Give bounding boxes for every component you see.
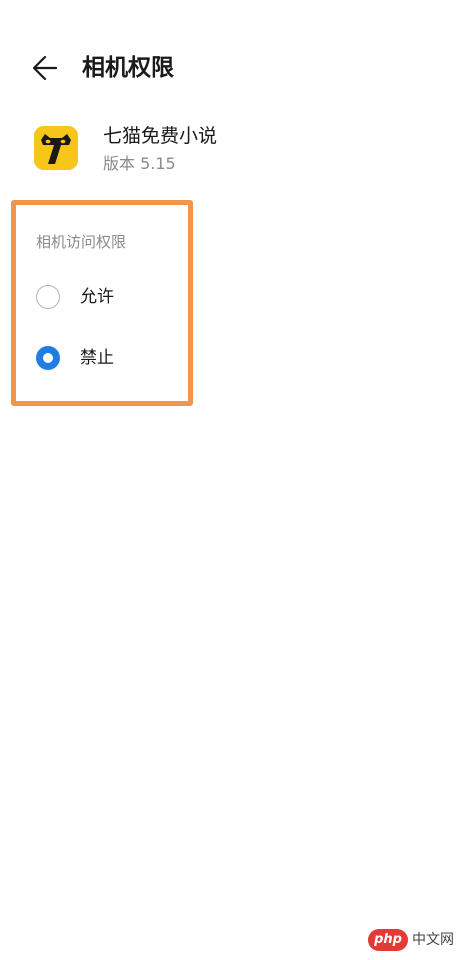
allow-label: 允许 [80,287,114,307]
page-title: 相机权限 [82,55,174,81]
app-info: 七猫免费小说 版本 5.15 [0,110,462,190]
deny-label: 禁止 [80,348,114,368]
allow-radio[interactable] [36,285,60,309]
section-label: 相机访问权限 [36,233,127,251]
camera-permission-panel: 相机访问权限 允许 禁止 [11,200,193,406]
back-button[interactable] [26,50,66,86]
radio-dot [43,353,53,363]
deny-radio[interactable] [36,346,60,370]
watermark-badge: php [368,929,408,951]
arrow-left-icon [32,55,58,81]
app-version: 版本 5.15 [103,154,176,173]
watermark: php 中文网 [368,926,454,954]
app-name: 七猫免费小说 [103,125,218,147]
deny-option[interactable]: 禁止 [36,343,186,377]
cat-seven-icon [34,126,78,170]
watermark-text: 中文网 [412,932,454,948]
allow-option[interactable]: 允许 [36,282,186,316]
